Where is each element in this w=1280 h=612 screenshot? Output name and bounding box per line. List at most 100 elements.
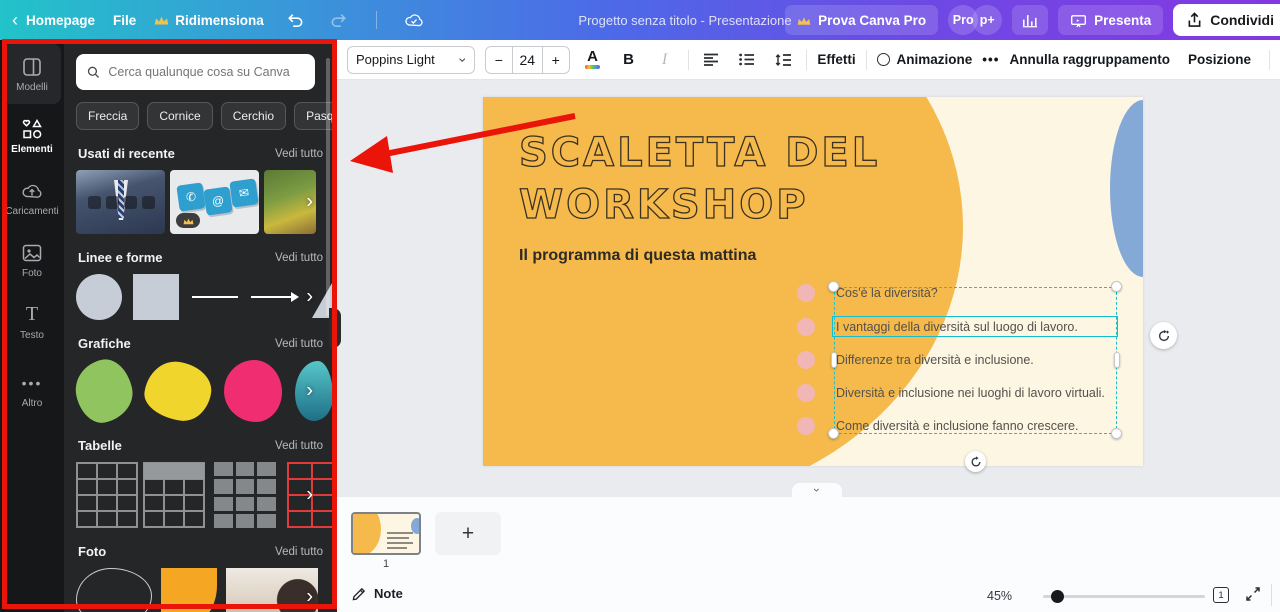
graphic-blob-pink[interactable] xyxy=(224,360,282,422)
slide-subtitle[interactable]: Il programma di questa mattina xyxy=(519,247,756,265)
crown-icon xyxy=(797,15,811,26)
effects-button[interactable]: Effetti xyxy=(817,52,855,67)
line-spacing-button[interactable] xyxy=(770,46,796,74)
italic-button[interactable]: I xyxy=(652,46,678,74)
selection-handle-bottom-right[interactable] xyxy=(1111,428,1122,439)
font-family-select[interactable]: Poppins Light › xyxy=(347,46,475,74)
table-grid-plain[interactable] xyxy=(76,462,138,528)
text-color-button[interactable]: A xyxy=(580,46,606,74)
resize-button[interactable]: Ridimensiona xyxy=(154,13,264,28)
shuffle-refresh-icon xyxy=(1157,329,1171,343)
line-shape[interactable] xyxy=(192,296,238,298)
font-size-increase-button[interactable]: + xyxy=(543,52,569,68)
tables-next-chevron-icon[interactable]: › xyxy=(306,484,313,507)
sidebar-item-altro[interactable]: ••• Altro xyxy=(3,360,61,420)
bullet-dot[interactable] xyxy=(797,417,815,435)
table-grid-header[interactable] xyxy=(143,462,205,528)
ungroup-button[interactable]: Annulla raggruppamento xyxy=(1009,52,1170,67)
selection-handle-left[interactable] xyxy=(831,352,837,368)
file-menu-button[interactable]: File xyxy=(113,13,136,28)
avatar-p-plus[interactable]: p+ xyxy=(972,5,1002,35)
sidebar-item-caricamenti[interactable]: Caricamenti xyxy=(3,168,61,228)
bold-button[interactable]: B xyxy=(616,46,642,74)
sidebar-item-foto[interactable]: Foto xyxy=(3,230,61,290)
more-options-button[interactable]: ••• xyxy=(982,52,999,67)
recent-photo-businessman[interactable] xyxy=(76,170,165,234)
chip-freccia[interactable]: Freccia xyxy=(76,102,139,130)
recent-photo-keyboard[interactable]: ✆ @ ✉ xyxy=(170,170,259,234)
square-shape[interactable] xyxy=(133,274,179,320)
selection-handle-top-left[interactable] xyxy=(828,281,839,292)
bullet-dot[interactable] xyxy=(797,284,815,302)
selection-handle-right[interactable] xyxy=(1114,352,1120,368)
selection-handle-top-right[interactable] xyxy=(1111,281,1122,292)
share-button[interactable]: Condividi xyxy=(1173,4,1280,36)
style-shuffle-button[interactable] xyxy=(1150,322,1177,349)
selection-handle-bottom-left[interactable] xyxy=(828,428,839,439)
canvas-workspace[interactable]: SCALETTA DEL WORKSHOP Il programma di qu… xyxy=(337,80,1280,612)
fullscreen-button[interactable] xyxy=(1245,586,1261,607)
zoom-level[interactable]: 45% xyxy=(987,589,1012,603)
add-page-button[interactable]: + xyxy=(435,512,501,555)
slide-title[interactable]: SCALETTA DEL WORKSHOP xyxy=(519,127,880,231)
sidebar-label: Caricamenti xyxy=(5,206,58,217)
present-button[interactable]: Presenta xyxy=(1058,5,1163,35)
arrow-shape[interactable] xyxy=(251,296,297,298)
undo-button[interactable] xyxy=(282,7,308,33)
slide-title-line2: WORKSHOP xyxy=(519,179,880,231)
animation-button[interactable]: Animazione xyxy=(877,52,973,67)
redo-button[interactable] xyxy=(326,7,352,33)
chip-pasqua[interactable]: Pasqua xyxy=(294,102,337,130)
page-thumbnail-1[interactable] xyxy=(351,512,421,555)
insights-button[interactable] xyxy=(1012,5,1048,35)
graphic-blob-yellow[interactable] xyxy=(141,358,214,425)
panel-scrollbar[interactable] xyxy=(326,58,330,316)
text-align-button[interactable] xyxy=(698,46,724,74)
bullet-dot[interactable] xyxy=(797,318,815,336)
font-size-decrease-button[interactable]: − xyxy=(486,52,512,68)
slide-blue-blob[interactable] xyxy=(1110,100,1143,277)
sidebar-item-testo[interactable]: T Testo xyxy=(3,292,61,352)
lines-next-chevron-icon[interactable]: › xyxy=(306,286,313,309)
zoom-slider-knob[interactable] xyxy=(1051,590,1064,603)
circle-shape[interactable] xyxy=(76,274,122,320)
bullet-list-button[interactable] xyxy=(734,46,760,74)
rotate-handle[interactable] xyxy=(965,451,986,472)
photos-next-chevron-icon[interactable]: › xyxy=(306,586,313,609)
strip-collapse-tab[interactable]: › xyxy=(792,483,842,497)
graphics-next-chevron-icon[interactable]: › xyxy=(306,380,313,403)
position-button[interactable]: Posizione xyxy=(1188,52,1251,67)
photo-outline-frame[interactable] xyxy=(76,568,152,612)
see-all-tables[interactable]: Vedi tutto xyxy=(275,440,323,452)
search-input[interactable] xyxy=(108,65,305,79)
table-grid-solid[interactable] xyxy=(214,462,276,528)
recent-next-chevron-icon[interactable]: › xyxy=(306,191,313,214)
chip-cerchio[interactable]: Cerchio xyxy=(221,102,286,130)
animation-label: Animazione xyxy=(897,52,973,67)
document-title[interactable]: Progetto senza titolo - Presentazione xyxy=(578,0,791,40)
cloud-save-status-button[interactable] xyxy=(401,7,427,33)
sidebar-item-elementi[interactable]: Elementi xyxy=(3,106,61,166)
selected-text-outline[interactable] xyxy=(832,316,1118,337)
see-all-recent[interactable]: Vedi tutto xyxy=(275,148,323,160)
notes-button[interactable]: Note xyxy=(352,586,403,601)
search-box[interactable] xyxy=(76,54,315,90)
panel-collapse-tab[interactable]: ‹ xyxy=(329,308,341,348)
sidebar-item-modelli[interactable]: Modelli xyxy=(3,44,61,104)
zoom-slider[interactable] xyxy=(1043,595,1205,598)
graphic-blob-teal[interactable] xyxy=(295,361,333,421)
bullet-dot[interactable] xyxy=(797,384,815,402)
bullet-dot[interactable] xyxy=(797,351,815,369)
font-size-value[interactable]: 24 xyxy=(512,47,543,73)
photo-orange-shape[interactable] xyxy=(161,568,217,612)
chip-cornice[interactable]: Cornice xyxy=(147,102,212,130)
see-all-lines[interactable]: Vedi tutto xyxy=(275,252,323,264)
grid-view-button[interactable]: 1 xyxy=(1213,584,1235,606)
see-all-photos[interactable]: Vedi tutto xyxy=(275,546,323,558)
homepage-button[interactable]: ‹ Homepage xyxy=(12,11,95,29)
photo-studio-interior[interactable] xyxy=(226,568,318,612)
group-selection-box[interactable] xyxy=(834,287,1117,434)
see-all-graphics[interactable]: Vedi tutto xyxy=(275,338,323,350)
graphic-blob-green[interactable] xyxy=(70,355,138,427)
try-canva-pro-button[interactable]: Prova Canva Pro xyxy=(785,5,938,35)
